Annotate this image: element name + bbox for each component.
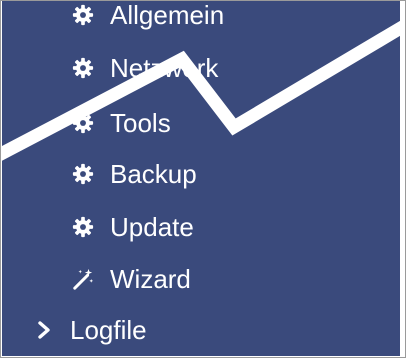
gear-icon xyxy=(72,57,94,79)
chevron-right-icon xyxy=(38,321,50,339)
gear-icon xyxy=(72,216,94,238)
sidebar-item-label: Tools xyxy=(110,108,171,138)
sidebar-item-label: Wizard xyxy=(110,264,191,294)
gear-icon xyxy=(72,112,94,134)
sidebar-item-label: Allgemein xyxy=(110,1,225,30)
sidebar-menu: Allgemein Netzwerk Tools Backup Update W… xyxy=(2,1,400,356)
gear-icon xyxy=(72,163,94,185)
sidebar-item-label: Update xyxy=(110,212,194,242)
gear-icon xyxy=(72,4,94,26)
sidebar-panel: Allgemein Netzwerk Tools Backup Update W… xyxy=(2,1,400,356)
sidebar-item-label: Backup xyxy=(110,159,197,189)
sidebar-item-label: Logfile xyxy=(70,315,147,345)
screenshot-frame: Allgemein Netzwerk Tools Backup Update W… xyxy=(0,0,406,358)
magic-wand-icon xyxy=(73,268,94,290)
sidebar-item-label: Netzwerk xyxy=(110,53,219,83)
